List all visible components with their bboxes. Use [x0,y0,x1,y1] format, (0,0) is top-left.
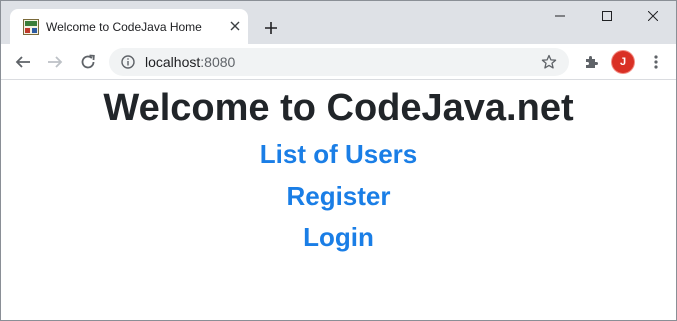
close-tab-icon[interactable] [228,19,242,33]
forward-arrow-icon[interactable] [43,50,67,74]
site-info-icon[interactable] [121,55,135,69]
browser-tab[interactable]: Welcome to CodeJava Home [10,9,248,44]
bookmark-star-icon[interactable] [541,54,557,70]
browser-window: Welcome to CodeJava Home localhost:8080 … [0,0,677,321]
login-link[interactable]: Login [1,221,676,253]
register-link[interactable]: Register [1,180,676,212]
maximize-icon[interactable] [584,1,630,31]
profile-avatar[interactable]: J [612,51,634,73]
page-title: Welcome to CodeJava.net [103,87,574,129]
puzzle-extensions-icon[interactable] [581,52,601,72]
list-of-users-link[interactable]: List of Users [1,138,676,170]
new-tab-plus-icon[interactable] [261,18,281,38]
url-port: :8080 [200,54,236,70]
url-host: localhost [145,54,201,70]
url-text: localhost:8080 [145,54,235,70]
browser-toolbar: localhost:8080 J [1,44,676,80]
back-arrow-icon[interactable] [11,50,35,74]
tab-strip: Welcome to CodeJava Home [1,1,676,44]
page-content: Welcome to CodeJava.net List of Users Re… [1,81,676,320]
codejava-favicon-icon [23,19,39,35]
reload-icon[interactable] [76,50,100,74]
tab-title: Welcome to CodeJava Home [46,20,202,34]
kebab-menu-icon[interactable] [646,52,666,72]
address-bar[interactable]: localhost:8080 [109,48,569,76]
window-close-icon[interactable] [630,1,676,31]
minimize-icon[interactable] [537,1,583,31]
